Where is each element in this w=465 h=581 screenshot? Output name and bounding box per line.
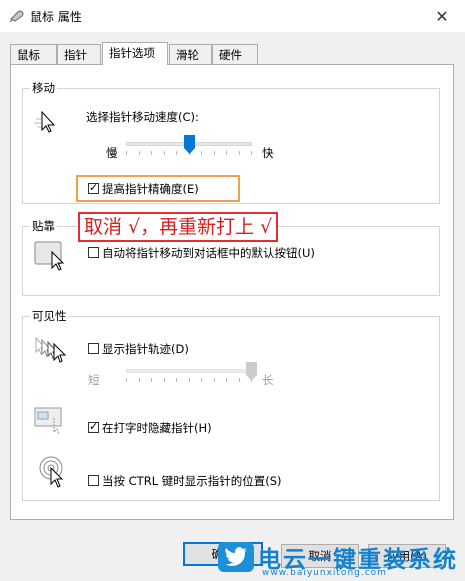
show-location-icon: [39, 456, 64, 488]
slider-tick: [239, 151, 240, 155]
hide-while-typing-label: 在打字时隐藏指针(H): [102, 421, 212, 435]
tab-label: 指针: [64, 48, 87, 62]
pointer-trails-checkbox[interactable]: [88, 343, 99, 354]
trail-slider-track: [126, 369, 252, 373]
checkmark-icon: ✓: [89, 420, 99, 433]
close-icon: ✕: [435, 6, 449, 26]
hide-while-typing-checkbox[interactable]: ✓: [88, 420, 99, 433]
slider-tick: [139, 151, 140, 155]
snap-to-label: 自动将指针移动到对话框中的默认按钮(U): [102, 246, 315, 260]
close-button[interactable]: ✕: [419, 0, 465, 32]
trail-slider-thumb[interactable]: [246, 362, 257, 382]
slider-tick: [214, 151, 215, 155]
watermark: 电云一键重装系统 www.baiyunxitong.com: [208, 540, 465, 581]
snap-to-checkbox[interactable]: [88, 247, 99, 258]
slider-tick: [164, 151, 165, 155]
tab-hardware[interactable]: 硬件: [212, 44, 258, 64]
title-bar: 鼠标 属性 ✕: [0, 0, 465, 32]
enhance-precision-label: 提高指针精确度(E): [102, 182, 199, 196]
slider-tick: [176, 151, 177, 155]
slider-tick: [226, 151, 227, 155]
annotation-callout: 取消 √，再重新打上 √: [78, 212, 279, 242]
mouse-icon: [9, 10, 24, 22]
slider-tick: [239, 378, 240, 382]
snap-group-title: 贴靠: [30, 218, 57, 234]
slider-tick: [139, 378, 140, 382]
tab-label: 硬件: [219, 48, 242, 62]
watermark-url: www.baiyunxitong.com: [262, 568, 387, 578]
slider-tick: [251, 151, 252, 155]
slider-tick: [189, 378, 190, 382]
speed-label: 选择指针移动速度(C):: [86, 110, 199, 124]
slider-tick: [126, 378, 127, 382]
slider-tick: [151, 151, 152, 155]
slider-tick: [201, 378, 202, 382]
long-label: 长: [262, 373, 274, 387]
window-title: 鼠标 属性: [30, 10, 82, 24]
pointer-speed-icon: [34, 110, 56, 133]
tab-pointers[interactable]: 指针: [57, 44, 101, 64]
show-location-label: 当按 CTRL 键时显示指针的位置(S): [102, 474, 282, 488]
slider-tick: [214, 378, 215, 382]
hide-while-typing-icon: [34, 407, 62, 434]
checkmark-icon: ✓: [89, 181, 99, 194]
short-label: 短: [88, 373, 100, 387]
slider-tick: [164, 378, 165, 382]
tab-label: 滑轮: [176, 48, 199, 62]
slow-label: 慢: [106, 146, 118, 160]
slider-tick: [126, 151, 127, 155]
tab-pointer-options[interactable]: 指针选项: [102, 42, 168, 65]
visibility-group-title: 可见性: [30, 308, 69, 324]
pointer-trails-label: 显示指针轨迹(D): [102, 342, 189, 356]
enhance-precision-checkbox[interactable]: ✓: [88, 181, 99, 194]
slider-tick: [226, 378, 227, 382]
tab-buttons[interactable]: 鼠标键: [10, 44, 57, 82]
show-location-checkbox[interactable]: [88, 475, 99, 486]
pointer-trails-icon: [35, 336, 67, 363]
slider-tick: [151, 378, 152, 382]
slider-tick: [201, 151, 202, 155]
fast-label: 快: [262, 146, 274, 160]
snap-to-icon: [34, 241, 65, 271]
tab-label: 指针选项: [109, 46, 155, 60]
twitter-bird-logo-icon: [218, 542, 254, 572]
motion-group-title: 移动: [30, 80, 57, 96]
tab-wheel[interactable]: 滑轮: [169, 44, 212, 64]
speed-slider-thumb[interactable]: [183, 135, 195, 155]
slider-tick: [176, 378, 177, 382]
